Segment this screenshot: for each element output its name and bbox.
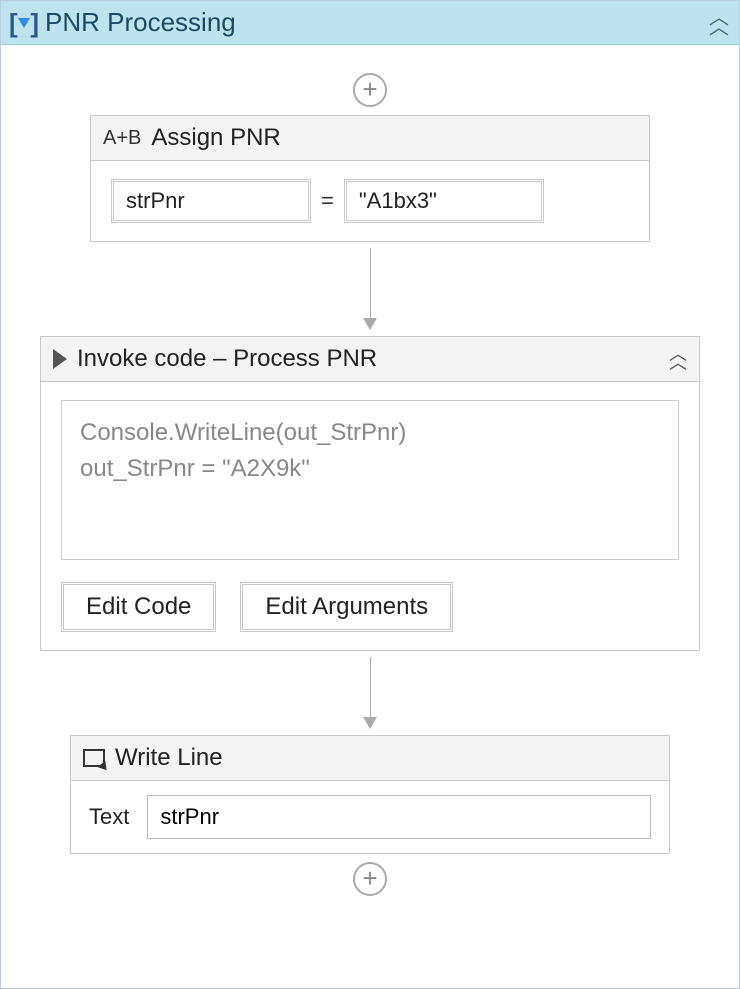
assign-activity[interactable]: A+B Assign PNR strPnr = "A1bx3" (90, 115, 650, 242)
writeline-header[interactable]: Write Line (71, 736, 669, 781)
sequence-title: PNR Processing (37, 7, 709, 38)
writeline-title: Write Line (105, 744, 657, 772)
edit-code-button[interactable]: Edit Code (61, 582, 216, 632)
assign-title: Assign PNR (141, 124, 637, 152)
sequence-icon: [ ] (11, 10, 37, 36)
code-preview: Console.WriteLine(out_StrPnr) out_StrPnr… (61, 400, 679, 560)
assign-header[interactable]: A+B Assign PNR (91, 116, 649, 161)
text-label: Text (89, 804, 129, 830)
invoke-code-activity[interactable]: Invoke code – Process PNR ︿︿ Console.Wri… (40, 336, 700, 651)
writeline-text-input[interactable]: strPnr (147, 795, 651, 839)
edit-arguments-button[interactable]: Edit Arguments (240, 582, 453, 632)
add-activity-top-button[interactable]: + (353, 73, 387, 107)
assign-to-input[interactable]: strPnr (111, 179, 311, 223)
flow-connector (363, 657, 377, 729)
sequence-container: [ ] PNR Processing ︿︿ + A+B Assign PNR s… (0, 0, 740, 989)
add-activity-bottom-button[interactable]: + (353, 862, 387, 896)
play-icon (53, 349, 67, 369)
assign-value-input[interactable]: "A1bx3" (344, 179, 544, 223)
collapse-icon[interactable]: ︿︿ (709, 13, 729, 33)
flow-connector (363, 248, 377, 330)
invoke-title: Invoke code – Process PNR (67, 345, 669, 373)
sequence-title-bar[interactable]: [ ] PNR Processing ︿︿ (1, 1, 739, 45)
equals-label: = (321, 188, 334, 214)
assign-icon: A+B (103, 127, 141, 150)
writeline-activity[interactable]: Write Line Text strPnr (70, 735, 670, 854)
invoke-header[interactable]: Invoke code – Process PNR ︿︿ (41, 337, 699, 382)
writeline-icon (83, 749, 105, 767)
collapse-icon[interactable]: ︿︿ (669, 350, 687, 368)
sequence-body: + A+B Assign PNR strPnr = "A1bx3" (1, 45, 739, 988)
